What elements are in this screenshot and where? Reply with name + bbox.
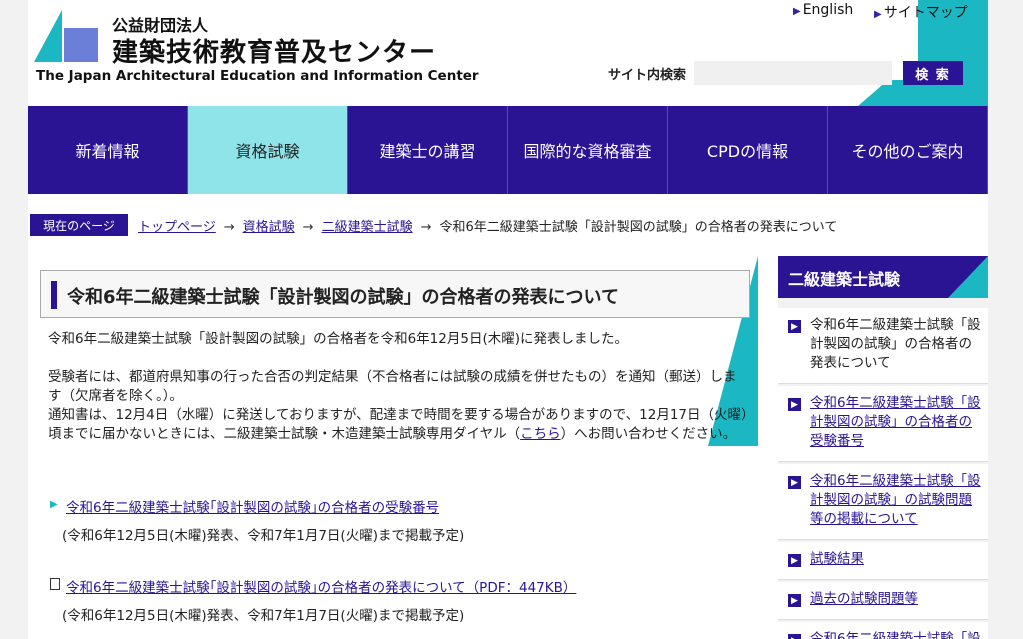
breadcrumb-label: 現在のページ xyxy=(30,214,128,236)
search-label: サイト内検索 xyxy=(608,68,687,83)
arrow-right-icon: ▶ xyxy=(788,554,801,567)
arrow-right-icon: → xyxy=(223,220,235,235)
nav-item-cpd[interactable]: CPDの情報 xyxy=(668,106,828,194)
page: 公益財団法人 建築技術教育普及センター The Japan Architectu… xyxy=(28,0,988,639)
arrow-right-icon: ▶ xyxy=(788,634,801,639)
logo-icon[interactable] xyxy=(34,10,100,64)
nav-item-exams[interactable]: 資格試験 xyxy=(188,106,348,194)
download-note: (令和6年12月5日(木曜)発表、令和7年1月7日(火曜)まで掲載予定) xyxy=(62,528,465,544)
sidebar-item-current[interactable]: ▶ 令和6年二級建築士試験「設計製図の試験」の合格者の発表について xyxy=(778,308,988,384)
download-note: (令和6年12月5日(木曜)発表、令和7年1月7日(火曜)まで掲載予定) xyxy=(62,608,465,624)
breadcrumb: 現在のページ トップページ → 資格試験 → 二級建築士試験 → 令和6年二級建築士試験「設… xyxy=(28,194,988,246)
nav-item-news[interactable]: 新着情報 xyxy=(28,106,188,194)
arrow-right-icon: ▶ xyxy=(788,594,801,607)
search-input[interactable] xyxy=(694,61,892,85)
sitemap-link[interactable]: ▶ サイトマップ xyxy=(874,2,968,22)
main-nav: 新着情報 資格試験 建築士の講習 国際的な資格審査 CPDの情報 その他のご案内 xyxy=(28,106,988,194)
header: 公益財団法人 建築技術教育普及センター The Japan Architectu… xyxy=(28,0,988,106)
arrow-right-icon: ▶ xyxy=(788,476,801,489)
nav-item-courses[interactable]: 建築士の講習 xyxy=(348,106,508,194)
arrow-right-icon: ▶ xyxy=(788,398,801,411)
page-title: 令和6年二級建築士試験「設計製図の試験」の合格者の発表について xyxy=(67,287,619,308)
sidebar-item-results[interactable]: ▶ 試験結果 xyxy=(778,542,988,580)
org-english-name: The Japan Architectural Education and In… xyxy=(36,68,479,84)
arrow-right-icon: ▶ xyxy=(793,6,801,17)
sidebar-decoration xyxy=(948,256,988,298)
download-link-numbers[interactable]: 令和6年二級建築士試験｢設計製図の試験｣の合格者の受験番号 xyxy=(66,496,439,516)
sidebar-item-more[interactable]: ▶ 令和6年二級建築士試験「設 xyxy=(778,622,988,639)
title-accent-bar xyxy=(51,281,57,309)
search-button[interactable]: 検 索 xyxy=(903,61,963,85)
arrow-right-icon: → xyxy=(420,220,432,235)
arrow-right-icon: ▶ xyxy=(788,320,801,333)
download-link-pdf[interactable]: 令和6年二級建築士試験｢設計製図の試験｣の合格者の発表について（PDF：447K… xyxy=(66,576,576,596)
org-name[interactable]: 建築技術教育普及センター xyxy=(112,32,436,69)
main-content: 令和6年二級建築士試験「設計製図の試験」の合格者の発表について 令和6年二級建築… xyxy=(28,256,758,639)
breadcrumb-trail: トップページ → 資格試験 → 二級建築士試験 → 令和6年二級建築士試験「設計製図の試験」… xyxy=(138,216,837,235)
page-title-box: 令和6年二級建築士試験「設計製図の試験」の合格者の発表について xyxy=(40,270,750,318)
notice-paragraph: 受験者には、都道府県知事の行った合否の判定結果（不合格者には試験の成績を併せたも… xyxy=(48,369,737,404)
breadcrumb-current: 令和6年二級建築士試験「設計製図の試験」の合格者の発表について xyxy=(439,220,838,235)
english-link[interactable]: ▶ English xyxy=(793,2,853,18)
breadcrumb-exams[interactable]: 資格試験 xyxy=(243,220,295,235)
breadcrumb-grade2[interactable]: 二級建築士試験 xyxy=(322,220,413,235)
contact-link[interactable]: こちら xyxy=(520,426,561,442)
sidebar: 二級建築士試験 ▶ 令和6年二級建築士試験「設計製図の試験」の合格者の発表につい… xyxy=(778,256,988,639)
breadcrumb-top[interactable]: トップページ xyxy=(138,220,216,235)
nav-item-international[interactable]: 国際的な資格審査 xyxy=(508,106,668,194)
nav-item-other[interactable]: その他のご案内 xyxy=(828,106,988,194)
delivery-paragraph: 通知書は、12月4日（水曜）に発送しておりますが、配達まで時間を要する場合があり… xyxy=(48,407,748,442)
intro-paragraph: 令和6年二級建築士試験「設計製図の試験」の合格者を令和6年12月5日(木曜)に発… xyxy=(48,331,628,347)
sidebar-item-numbers[interactable]: ▶ 令和6年二級建築士試験「設計製図の試験」の合格者の受験番号 xyxy=(778,386,988,462)
arrow-right-icon: → xyxy=(302,220,314,235)
pdf-icon xyxy=(50,578,60,590)
arrow-right-icon: ▶ xyxy=(874,9,882,20)
sidebar-item-past[interactable]: ▶ 過去の試験問題等 xyxy=(778,582,988,620)
triangle-right-icon: ▶ xyxy=(50,499,58,510)
sidebar-item-questions[interactable]: ▶ 令和6年二級建築士試験「設計製図の試験」の試験問題等の掲載について xyxy=(778,464,988,540)
